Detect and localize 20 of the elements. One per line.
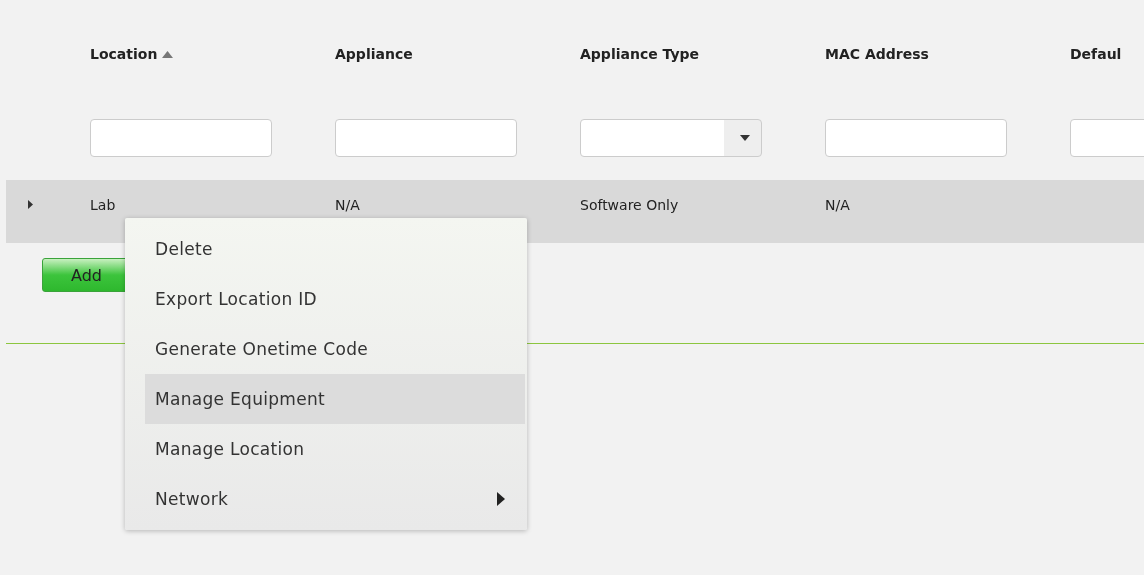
menu-item[interactable]: Generate Onetime Code xyxy=(145,324,525,374)
column-header[interactable]: MAC Address xyxy=(825,46,929,62)
menu-item[interactable]: Network xyxy=(145,474,525,524)
menu-item[interactable]: Manage Location xyxy=(145,424,525,474)
filter-field[interactable] xyxy=(825,119,1007,157)
column-header[interactable]: Appliance xyxy=(335,46,413,62)
expand-arrow-icon[interactable] xyxy=(26,200,34,209)
menu-item[interactable]: Export Location ID xyxy=(145,274,525,324)
column-header[interactable]: Location xyxy=(90,46,158,62)
filter-field[interactable] xyxy=(90,119,272,157)
filter-field[interactable] xyxy=(335,119,517,157)
menu-item[interactable]: Manage Equipment xyxy=(145,374,525,424)
column-header[interactable]: Appliance Type xyxy=(580,46,700,62)
table-cell: N/A xyxy=(335,196,360,213)
table-cell: Software Only xyxy=(580,196,679,213)
filter-dropdown[interactable] xyxy=(580,119,762,157)
table-cell: N/A xyxy=(825,196,850,213)
table-cell: Lab xyxy=(90,196,116,213)
caret-down-icon xyxy=(740,135,750,141)
column-header[interactable]: Defaul xyxy=(1070,46,1122,62)
